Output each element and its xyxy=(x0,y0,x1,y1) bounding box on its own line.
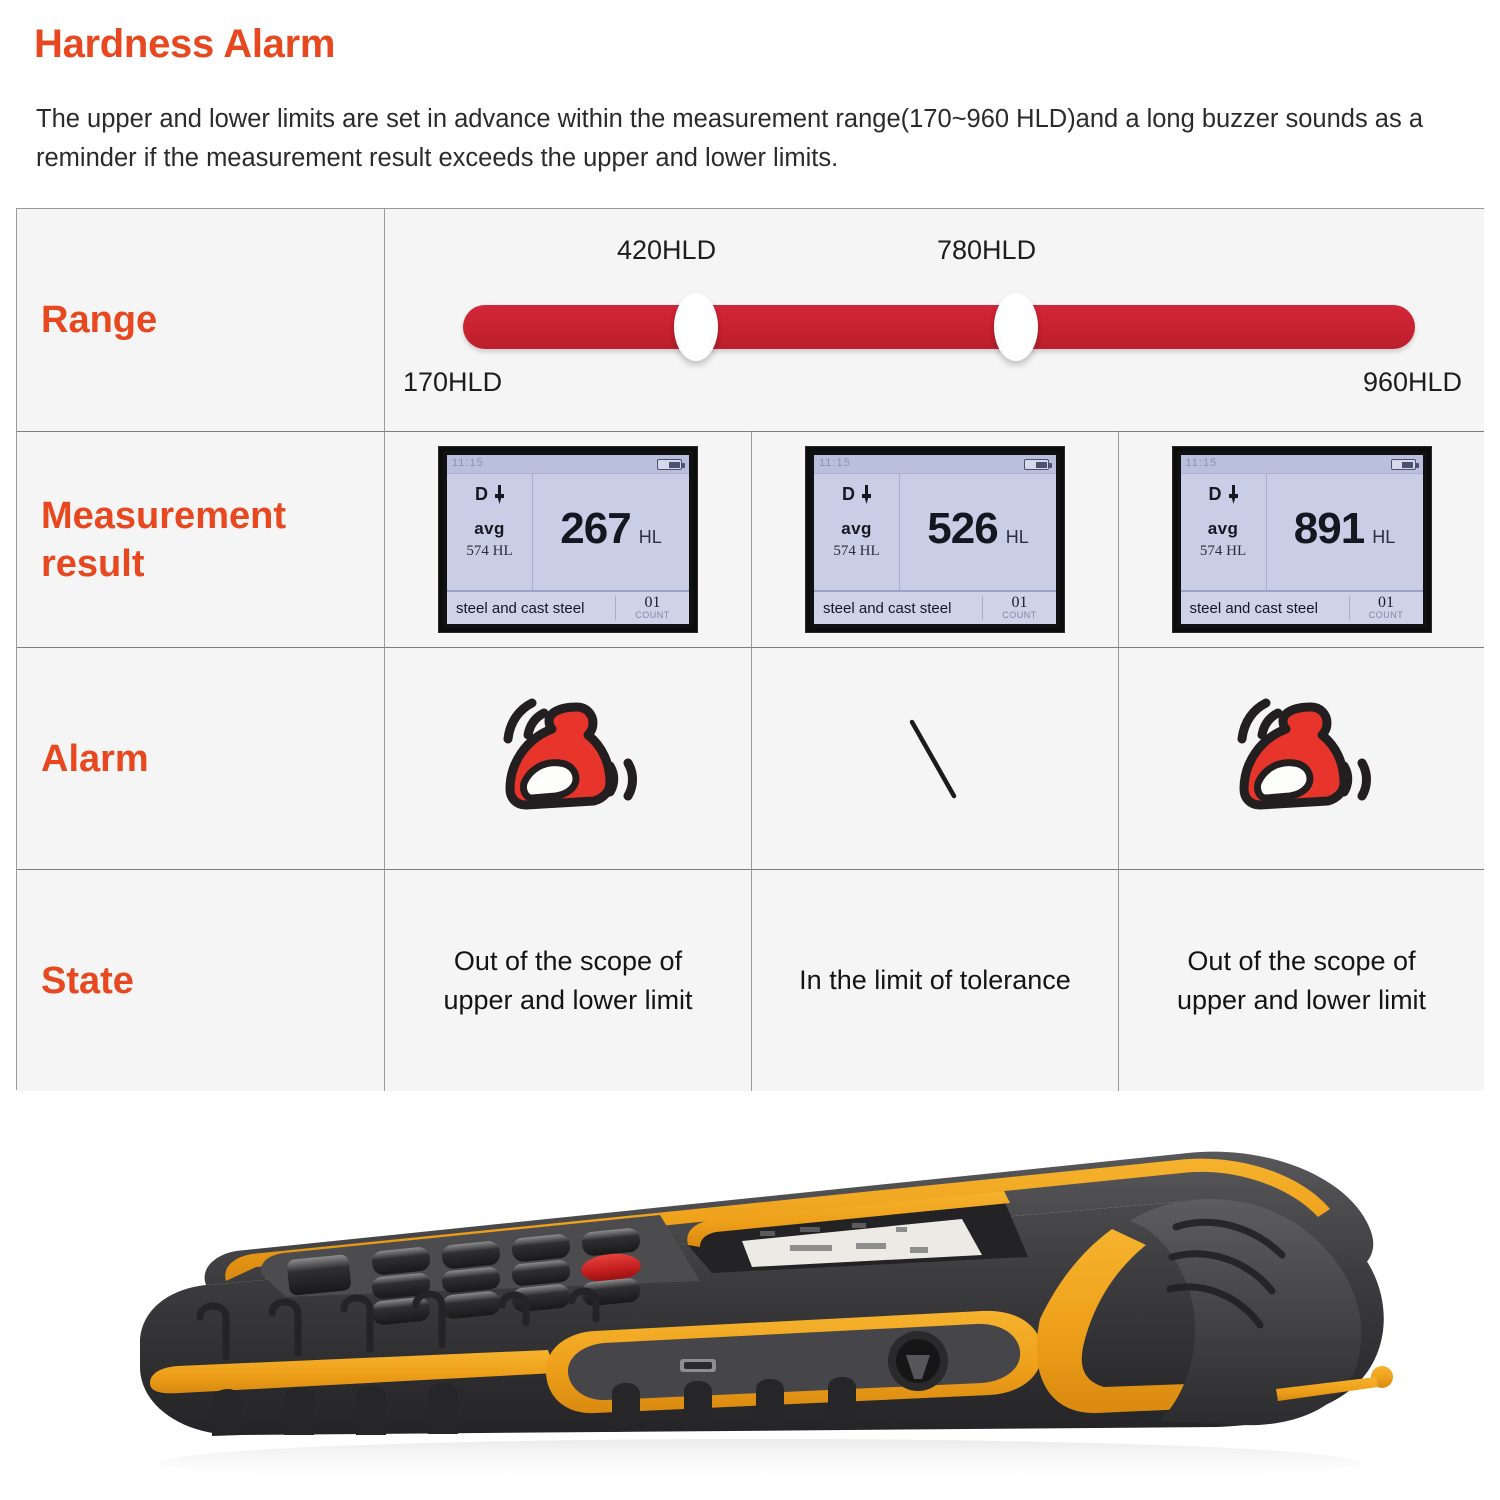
range-min-label: 170HLD xyxy=(403,367,503,397)
measurement-cell-1: 11:15 D avg 574 HL 267 HL steel and cast… xyxy=(384,431,751,647)
hardness-tester-illustration xyxy=(140,1151,1393,1487)
lcd-display-3: 11:15 D avg 574 HL 891 HL steel and cast… xyxy=(1172,447,1431,632)
range-max-label: 960HLD xyxy=(1362,367,1462,397)
battery-icon-3 xyxy=(1390,459,1419,470)
lcd-display-1: 11:15 D avg 574 HL 267 HL steel and cast… xyxy=(439,447,697,632)
measurement-unit-2: HL xyxy=(1005,526,1029,547)
count-value-2: 01 xyxy=(1011,594,1028,611)
lcd-clock-3: 11:15 xyxy=(1185,457,1218,469)
ringing-bell-icon xyxy=(503,698,637,810)
battery-icon-2 xyxy=(1024,459,1052,470)
battery-icon-1 xyxy=(657,459,685,470)
probe-type-label-1: D xyxy=(475,484,488,504)
lcd-clock-2: 11:15 xyxy=(819,457,851,469)
page-title: Hardness Alarm xyxy=(34,22,336,66)
row-label-measurement-result: Measurement result xyxy=(17,431,384,647)
hardness-alarm-table: Range 420HLD 780HLD 170HLD 960HLD Measur… xyxy=(16,208,1484,1091)
material-label-1: steel and cast steel xyxy=(456,599,585,617)
ringing-bell-icon xyxy=(1237,698,1371,810)
row-label-state: State xyxy=(17,869,384,1091)
device-usb-port-inner xyxy=(684,1362,712,1369)
row-label-range: Range xyxy=(17,209,384,431)
device-shadow xyxy=(160,1439,1360,1487)
row-label-alarm: Alarm xyxy=(17,647,384,869)
upper-limit-label: 780HLD xyxy=(937,235,1037,265)
avg-value-3: 574 HL xyxy=(1199,543,1247,559)
avg-label-2: avg xyxy=(841,519,872,538)
measurement-unit-3: HL xyxy=(1372,526,1396,547)
measurement-cell-2: 11:15 D avg 574 HL 526 HL steel and cast… xyxy=(751,431,1118,647)
count-value-3: 01 xyxy=(1378,594,1394,611)
probe-icon-2 xyxy=(862,485,871,504)
material-label-3: steel and cast steel xyxy=(1189,599,1318,617)
keypad-key-wide[interactable] xyxy=(286,1254,351,1296)
measurement-value-2: 526 xyxy=(927,504,998,553)
alarm-cell-2 xyxy=(751,647,1118,869)
lcd-display-2: 11:15 D avg 574 HL 526 HL steel and cast… xyxy=(806,447,1064,632)
measurement-cell-3: 11:15 D avg 574 HL 891 HL steel and cast… xyxy=(1118,431,1484,647)
state-cell-2: In the limit of tolerance xyxy=(751,869,1118,1091)
probe-type-label-3: D xyxy=(1208,484,1222,504)
avg-value-1: 574 HL xyxy=(466,543,513,559)
avg-label-1: avg xyxy=(474,519,505,538)
page-description: The upper and lower limits are set in ad… xyxy=(36,105,1424,172)
lower-limit-label: 420HLD xyxy=(617,235,717,265)
infographic-page: Hardness Alarm The upper and lower limit… xyxy=(0,0,1500,1500)
measurement-value-1: 267 xyxy=(560,504,631,553)
alarm-cell-3 xyxy=(1118,647,1484,869)
lcd-clock-1: 11:15 xyxy=(452,457,484,469)
probe-type-label-2: D xyxy=(842,484,855,504)
range-slider-track[interactable] xyxy=(463,305,1415,349)
range-cell: 420HLD 780HLD 170HLD 960HLD xyxy=(384,209,1484,431)
state-text-2: In the limit of tolerance xyxy=(799,965,1071,995)
count-label-2: COUNT xyxy=(1002,610,1037,620)
device-photo xyxy=(0,1105,1500,1500)
avg-value-2: 574 HL xyxy=(833,543,880,559)
measurement-unit-1: HL xyxy=(638,526,662,547)
slash-icon xyxy=(909,719,957,798)
probe-icon-3 xyxy=(1228,485,1238,504)
state-cell-1: Out of the scope of upper and lower limi… xyxy=(384,869,751,1091)
avg-label-3: avg xyxy=(1207,519,1239,538)
state-text-1: Out of the scope of upper and lower limi… xyxy=(443,945,693,1015)
alarm-cell-1 xyxy=(384,647,751,869)
range-slider-lower-handle[interactable] xyxy=(674,293,718,361)
state-text-3: Out of the scope of upper and lower limi… xyxy=(1176,945,1427,1015)
measurement-value-3: 891 xyxy=(1293,504,1365,553)
count-label-1: COUNT xyxy=(635,610,670,620)
count-value-1: 01 xyxy=(644,594,661,611)
material-label-2: steel and cast steel xyxy=(823,599,952,617)
count-label-3: COUNT xyxy=(1368,610,1404,620)
state-cell-3: Out of the scope of upper and lower limi… xyxy=(1118,869,1484,1091)
range-slider-upper-handle[interactable] xyxy=(994,293,1038,361)
probe-icon-1 xyxy=(495,485,504,504)
